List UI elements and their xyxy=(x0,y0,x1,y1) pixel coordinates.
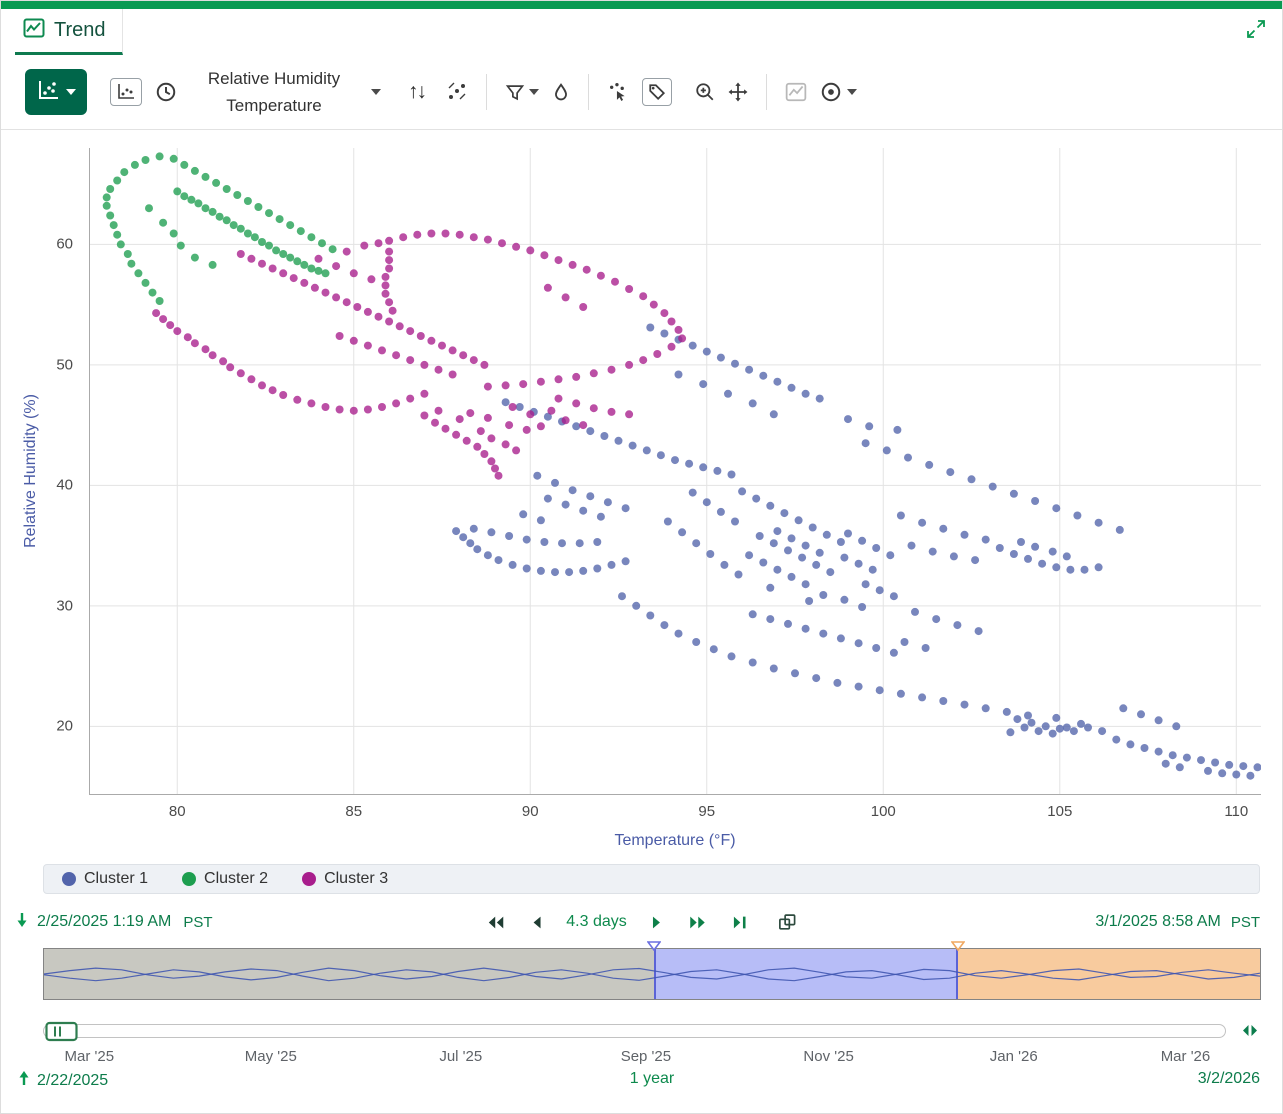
swap-axes-button[interactable]: ↑↓ xyxy=(408,80,425,104)
tab-label: Trend xyxy=(54,19,106,42)
timeline-boundary-marker-icon[interactable] xyxy=(647,938,661,956)
y-axis-ticks: 20 30 40 50 60 xyxy=(1,148,81,795)
y-tick-label: 30 xyxy=(56,597,73,614)
expand-icon[interactable] xyxy=(1246,19,1266,44)
slider-handle[interactable] xyxy=(45,1021,79,1047)
y-tick-label: 40 xyxy=(56,477,73,494)
y-tick-label: 50 xyxy=(56,356,73,373)
display-range-end[interactable]: 3/1/2025 8:58 AM xyxy=(1095,913,1220,931)
time-navigation: 2/25/2025 1:19 AM PST 4.3 days xyxy=(1,906,1282,938)
cluster-2-swatch-icon xyxy=(182,872,196,886)
x-tick-label: 85 xyxy=(345,803,362,820)
timeline-tick-label: Nov '25 xyxy=(803,1048,853,1065)
timeline-tick-label: May '25 xyxy=(245,1048,297,1065)
signals-dropdown-chevron[interactable] xyxy=(371,89,381,95)
scatter-plot-menu-button[interactable] xyxy=(25,69,87,115)
step-to-end-button[interactable] xyxy=(732,915,748,930)
legend-item-cluster-2[interactable]: Cluster 2 xyxy=(182,870,268,888)
x-tick-label: 100 xyxy=(871,803,896,820)
timeline-tick-label: Jul '25 xyxy=(439,1048,482,1065)
cluster-1-swatch-icon xyxy=(62,872,76,886)
labels-button[interactable] xyxy=(642,78,672,106)
toolbar-divider xyxy=(588,74,589,110)
capture-chevron-icon xyxy=(847,89,857,95)
chevron-down-icon xyxy=(66,89,76,95)
copy-time-range-button[interactable] xyxy=(778,913,798,932)
scatter-plot-icon xyxy=(36,79,60,106)
range-slider xyxy=(43,1020,1261,1042)
capsule-range-row: 2/22/2025 1 year 3/2/2026 xyxy=(1,1070,1282,1094)
trend-app: Trend Relative Humidity Temperature ↑↓ xyxy=(0,0,1283,1114)
brand-strip xyxy=(1,1,1282,9)
pan-button[interactable] xyxy=(728,82,748,102)
display-range-start[interactable]: 2/25/2025 1:19 AM xyxy=(37,913,171,931)
x-axis-title: Temperature (°F) xyxy=(89,832,1261,850)
plot-area[interactable] xyxy=(89,148,1261,795)
timeline-overview[interactable] xyxy=(43,948,1261,1000)
step-forward-half-button[interactable] xyxy=(651,915,664,930)
timeline-tick-label: Mar '26 xyxy=(1161,1048,1211,1065)
filter-chevron-icon xyxy=(529,89,539,95)
density-button[interactable] xyxy=(552,83,570,102)
y-tick-label: 20 xyxy=(56,718,73,735)
end-timezone-label: PST xyxy=(1231,914,1260,931)
toolbar: Relative Humidity Temperature ↑↓ xyxy=(1,55,1282,130)
tab-trend[interactable]: Trend xyxy=(15,9,123,55)
header: Trend xyxy=(1,9,1282,55)
x-axis-ticks: 80 85 90 95 100 105 110 xyxy=(89,803,1261,823)
trend-chart-icon xyxy=(23,18,45,44)
expand-range-icon[interactable] xyxy=(1239,1022,1261,1044)
range-start-arrow-icon xyxy=(15,912,29,933)
investigate-range-arrow-icon xyxy=(17,1070,31,1091)
x-tick-label: 95 xyxy=(698,803,715,820)
cluster-3-swatch-icon xyxy=(302,872,316,886)
toolbar-divider xyxy=(766,74,767,110)
x-tick-label: 80 xyxy=(169,803,186,820)
x-tick-label: 105 xyxy=(1047,803,1072,820)
legend: Cluster 1 Cluster 2 Cluster 3 xyxy=(43,864,1260,894)
legend-label: Cluster 2 xyxy=(204,870,268,888)
mini-scatter-button[interactable] xyxy=(110,78,142,106)
step-forward-full-button[interactable] xyxy=(688,915,708,930)
investigate-range-duration[interactable]: 1 year xyxy=(630,1070,674,1087)
legend-label: Cluster 3 xyxy=(324,870,388,888)
filter-button[interactable] xyxy=(505,84,539,101)
select-points-button[interactable] xyxy=(607,82,629,102)
legend-item-cluster-1[interactable]: Cluster 1 xyxy=(62,870,148,888)
timeline-preview-lines xyxy=(44,949,1260,999)
toolbar-divider xyxy=(486,74,487,110)
y-tick-label: 60 xyxy=(56,236,73,253)
timeline-axis: Mar '25 May '25 Jul '25 Sep '25 Nov '25 Jan '… xyxy=(43,1048,1261,1068)
start-timezone-label: PST xyxy=(183,914,212,931)
capture-button[interactable] xyxy=(820,81,857,103)
axis-signals-label[interactable]: Relative Humidity Temperature xyxy=(194,65,354,119)
export-chart-button xyxy=(785,82,807,102)
x-tick-label: 90 xyxy=(522,803,539,820)
timeline-boundary-marker-icon[interactable] xyxy=(951,938,965,956)
y-signal-label: Relative Humidity xyxy=(208,65,340,92)
clock-button[interactable] xyxy=(155,81,177,103)
legend-item-cluster-3[interactable]: Cluster 3 xyxy=(302,870,388,888)
timeline-tick-label: Jan '26 xyxy=(990,1048,1038,1065)
x-signal-label: Temperature xyxy=(226,92,321,119)
colorize-points-button[interactable] xyxy=(446,82,468,102)
timeline-tick-label: Mar '25 xyxy=(65,1048,115,1065)
slider-track[interactable] xyxy=(43,1024,1226,1038)
legend-label: Cluster 1 xyxy=(84,870,148,888)
step-back-half-button[interactable] xyxy=(529,915,542,930)
step-back-full-button[interactable] xyxy=(485,915,505,930)
investigate-range-end[interactable]: 3/2/2026 xyxy=(1198,1070,1260,1087)
timeline-tick-label: Sep '25 xyxy=(621,1048,671,1065)
x-tick-label: 110 xyxy=(1224,803,1248,820)
duration-label[interactable]: 4.3 days xyxy=(566,913,626,931)
zoom-in-button[interactable] xyxy=(695,82,715,102)
scatter-chart: Relative Humidity (%) 2030405060 8085909… xyxy=(1,130,1282,858)
